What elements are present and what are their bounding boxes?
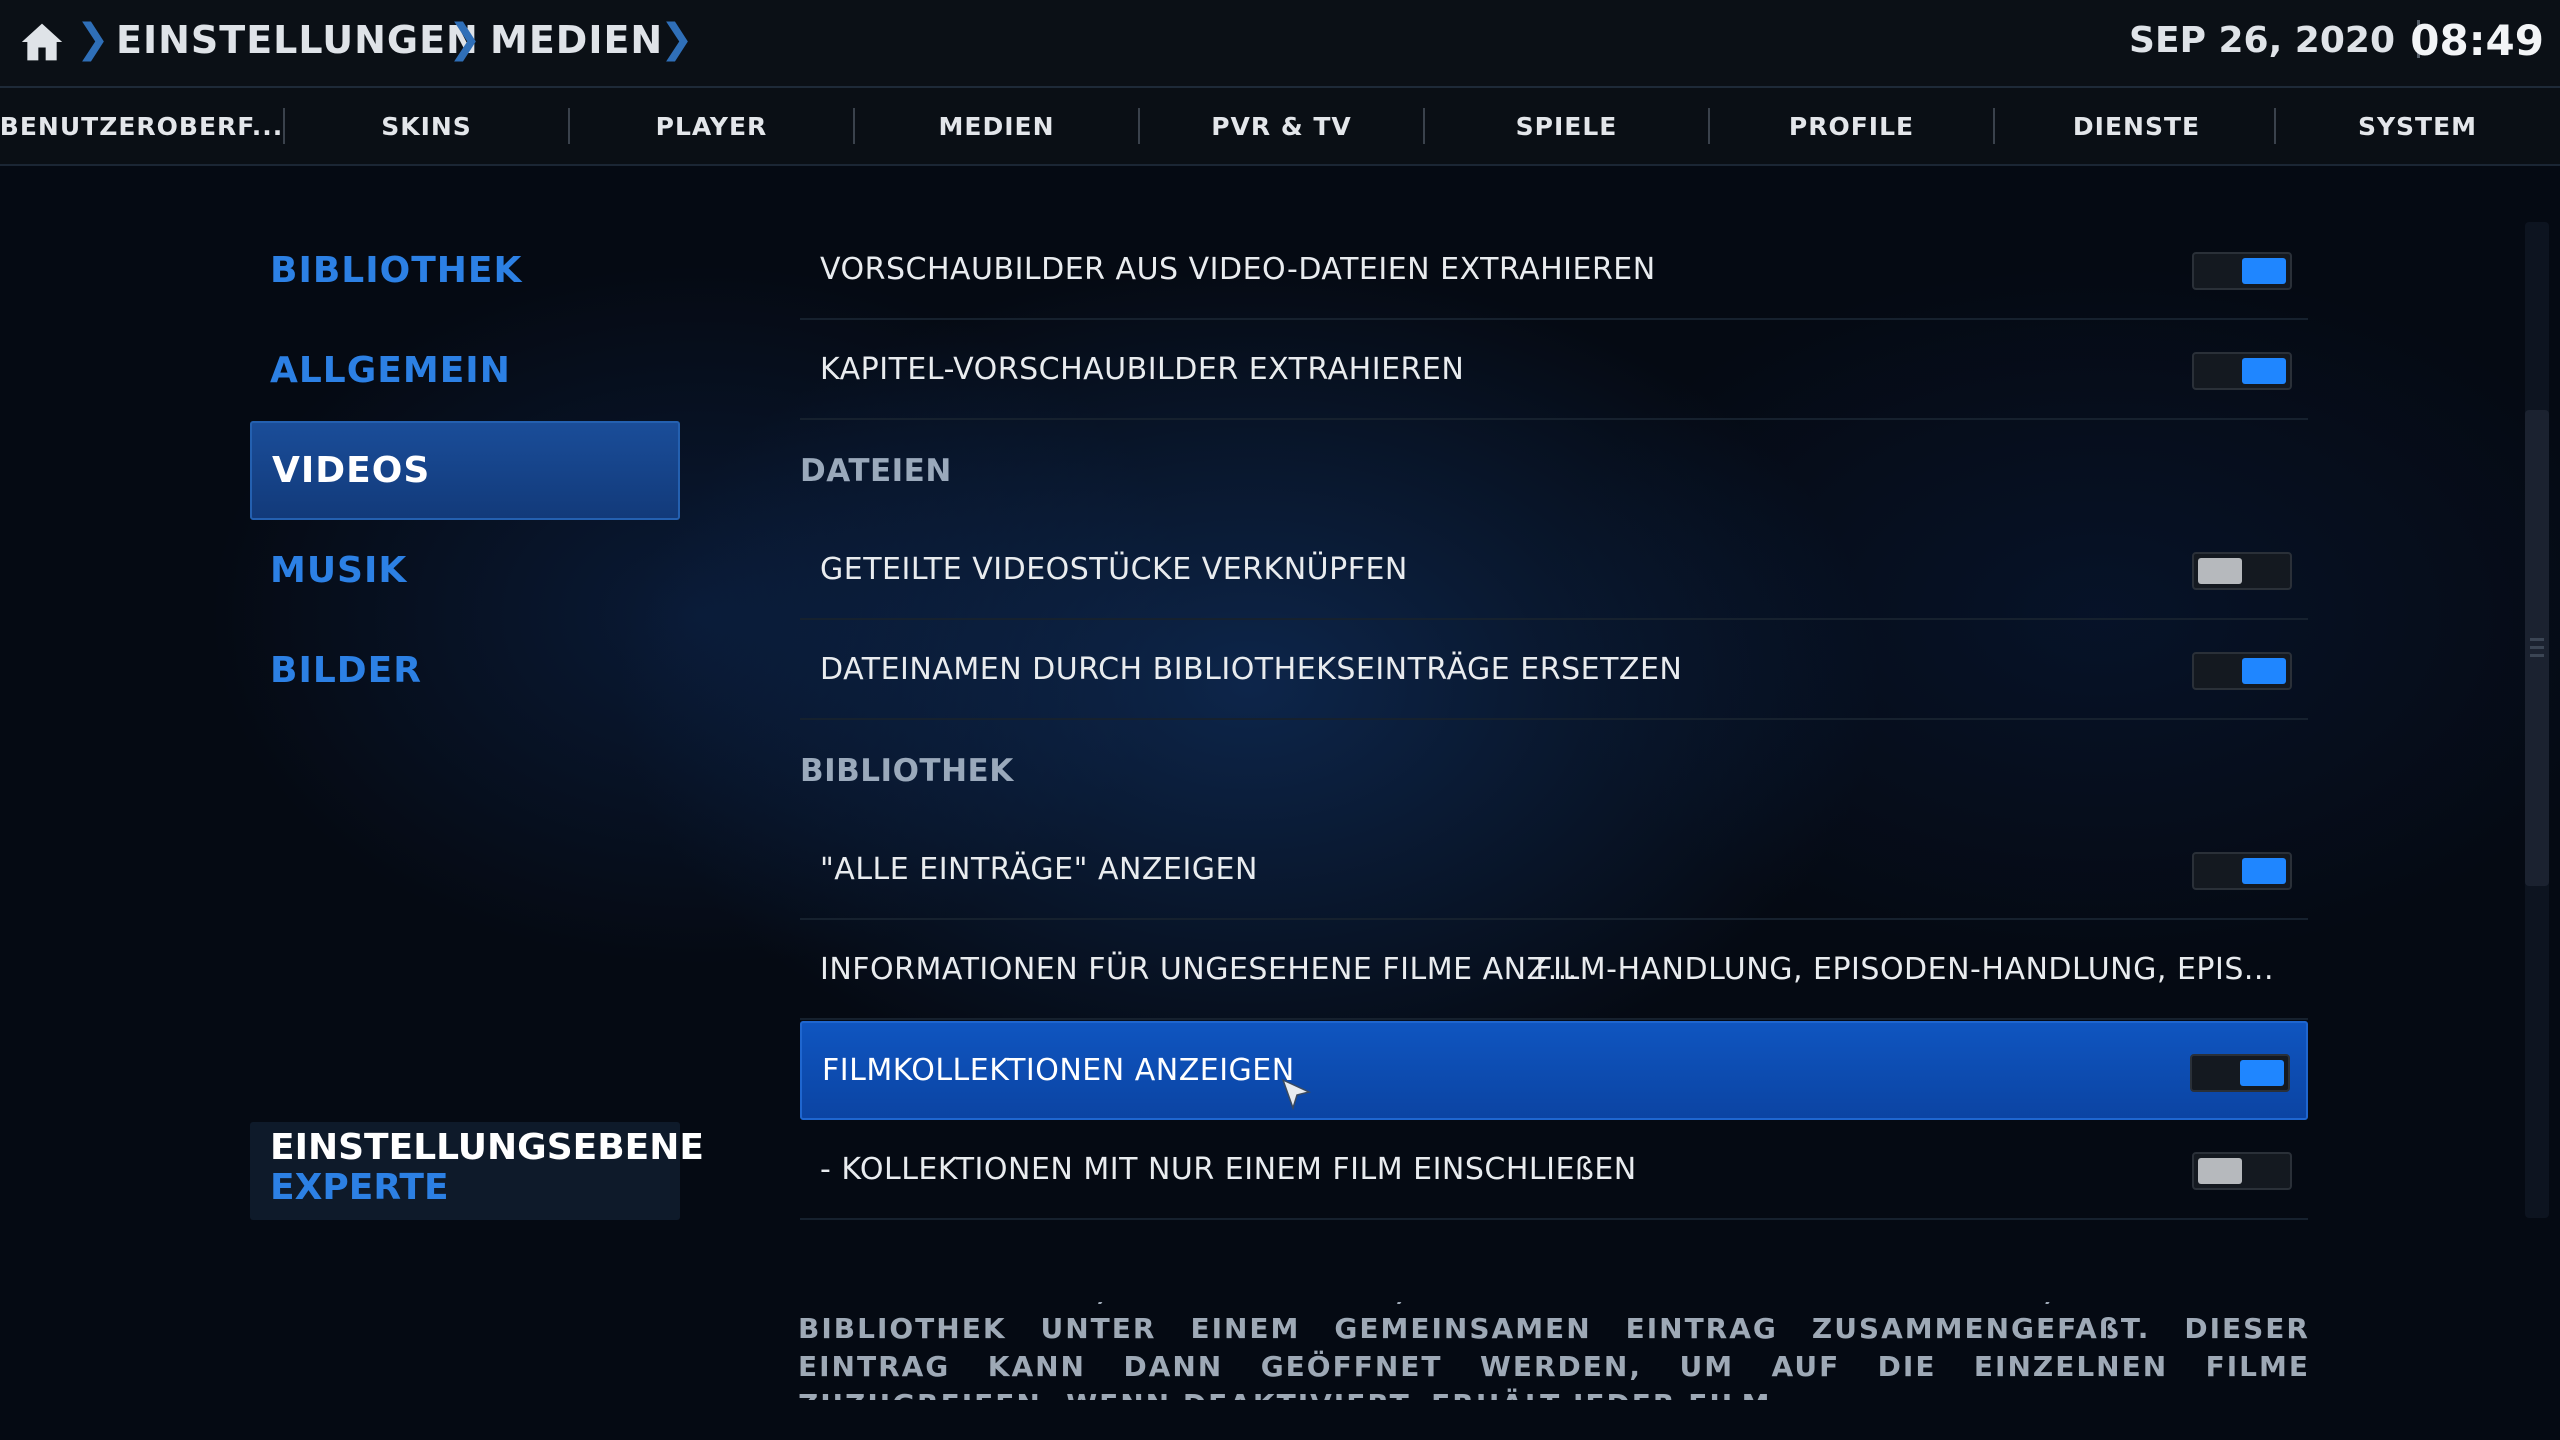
- setting-show-movie-sets[interactable]: FILMKOLLEKTIONEN ANZEIGEN: [800, 1021, 2308, 1120]
- breadcrumb-medien[interactable]: MEDIEN: [490, 18, 663, 62]
- setting-label: KAPITEL-VORSCHAUBILDER EXTRAHIEREN: [820, 352, 1465, 387]
- category-videos[interactable]: VIDEOS: [250, 421, 680, 520]
- toggle-switch[interactable]: [2192, 852, 2292, 890]
- toggle-knob: [2242, 258, 2286, 284]
- toggle-switch[interactable]: [2192, 252, 2292, 290]
- section-header-bibliothek: BIBLIOTHEK: [800, 752, 1014, 789]
- toggle-switch[interactable]: [2192, 552, 2292, 590]
- toggle-knob: [2240, 1060, 2284, 1086]
- tab-medien[interactable]: MEDIEN: [855, 88, 1138, 164]
- category-allgemein[interactable]: ALLGEMEIN: [250, 321, 680, 420]
- tab-system[interactable]: SYSTEM: [2276, 88, 2559, 164]
- toggle-knob: [2198, 1158, 2242, 1184]
- date-display: SEP 26, 2020: [2129, 20, 2395, 61]
- setting-show-all-items[interactable]: "ALLE EINTRÄGE" ANZEIGEN: [800, 821, 2308, 920]
- tab-profile[interactable]: PROFILE: [1710, 88, 1993, 164]
- scrollbar-grip: [2530, 638, 2544, 641]
- breadcrumb-separator-icon: ❯: [660, 16, 694, 62]
- setting-include-single-movie-sets[interactable]: - KOLLEKTIONEN MIT NUR EINEM FILM EINSCH…: [800, 1121, 2308, 1220]
- tab-pvr-tv[interactable]: PVR & TV: [1140, 88, 1423, 164]
- tab-benutzeroberflaeche[interactable]: BENUTZEROBERF...: [0, 88, 283, 164]
- toggle-knob: [2242, 858, 2286, 884]
- setting-description-panel: WENN AKTIVIERT, WERDEN FILME, DIE ZU "KO…: [798, 1302, 2310, 1400]
- toggle-switch[interactable]: [2192, 1152, 2292, 1190]
- setting-replace-filenames[interactable]: DATEINAMEN DURCH BIBLIOTHEKSEINTRÄGE ERS…: [800, 621, 2308, 720]
- tab-player[interactable]: PLAYER: [570, 88, 853, 164]
- toggle-knob: [2198, 558, 2242, 584]
- header-bar: ❯ EINSTELLUNGEN ❯ MEDIEN ❯ SEP 26, 2020 …: [0, 0, 2560, 88]
- setting-label: INFORMATIONEN FÜR UNGESEHENE FILME ANZ..…: [820, 952, 1578, 987]
- scrollbar-grip: [2530, 646, 2544, 649]
- settings-level-button[interactable]: EINSTELLUNGSEBENE EXPERTE: [250, 1122, 704, 1220]
- settings-level-title: EINSTELLUNGSEBENE: [270, 1127, 704, 1168]
- breadcrumb-einstellungen[interactable]: EINSTELLUNGEN: [116, 18, 479, 62]
- toggle-switch[interactable]: [2192, 652, 2292, 690]
- setting-label: - KOLLEKTIONEN MIT NUR EINEM FILM EINSCH…: [820, 1152, 1637, 1187]
- setting-label: GETEILTE VIDEOSTÜCKE VERKNÜPFEN: [820, 552, 1408, 587]
- setting-label: VORSCHAUBILDER AUS VIDEO-DATEIEN EXTRAHI…: [820, 252, 1656, 287]
- toggle-knob: [2242, 658, 2286, 684]
- mouse-pointer-icon: [1281, 1078, 1311, 1110]
- tab-spiele[interactable]: SPIELE: [1425, 88, 1708, 164]
- toggle-switch[interactable]: [2192, 352, 2292, 390]
- setting-description: WENN AKTIVIERT, WERDEN FILME, DIE ZU "KO…: [798, 1302, 2310, 1400]
- setting-label: "ALLE EINTRÄGE" ANZEIGEN: [820, 852, 1258, 887]
- setting-extract-video-thumbnails[interactable]: VORSCHAUBILDER AUS VIDEO-DATEIEN EXTRAHI…: [800, 221, 2308, 320]
- toggle-switch[interactable]: [2190, 1054, 2290, 1092]
- setting-value: FILM-HANDLUNG, EPISODEN-HANDLUNG, EPIS..…: [1535, 952, 2274, 987]
- tab-skins[interactable]: SKINS: [285, 88, 568, 164]
- section-header-dateien: DATEIEN: [800, 452, 952, 489]
- category-musik[interactable]: MUSIK: [250, 521, 680, 620]
- settings-level-value: EXPERTE: [270, 1167, 449, 1208]
- toggle-knob: [2242, 358, 2286, 384]
- category-bilder[interactable]: BILDER: [250, 621, 680, 720]
- breadcrumb-separator-icon: ❯: [76, 16, 110, 62]
- clock: 08:49: [2410, 16, 2544, 65]
- setting-extract-chapter-thumbnails[interactable]: KAPITEL-VORSCHAUBILDER EXTRAHIEREN: [800, 321, 2308, 420]
- setting-label: DATEINAMEN DURCH BIBLIOTHEKSEINTRÄGE ERS…: [820, 652, 1683, 687]
- scrollbar-grip: [2530, 654, 2544, 657]
- setting-unwatched-info[interactable]: INFORMATIONEN FÜR UNGESEHENE FILME ANZ..…: [800, 921, 2308, 1020]
- tab-dienste[interactable]: DIENSTE: [1995, 88, 2278, 164]
- home-icon[interactable]: [20, 20, 64, 64]
- breadcrumb-separator-icon: ❯: [448, 16, 482, 62]
- setting-label: FILMKOLLEKTIONEN ANZEIGEN: [822, 1053, 1295, 1088]
- setting-stack-video-parts[interactable]: GETEILTE VIDEOSTÜCKE VERKNÜPFEN: [800, 521, 2308, 620]
- settings-tab-bar: BENUTZEROBERF... SKINS PLAYER MEDIEN PVR…: [0, 88, 2560, 166]
- category-bibliothek[interactable]: BIBLIOTHEK: [250, 221, 680, 320]
